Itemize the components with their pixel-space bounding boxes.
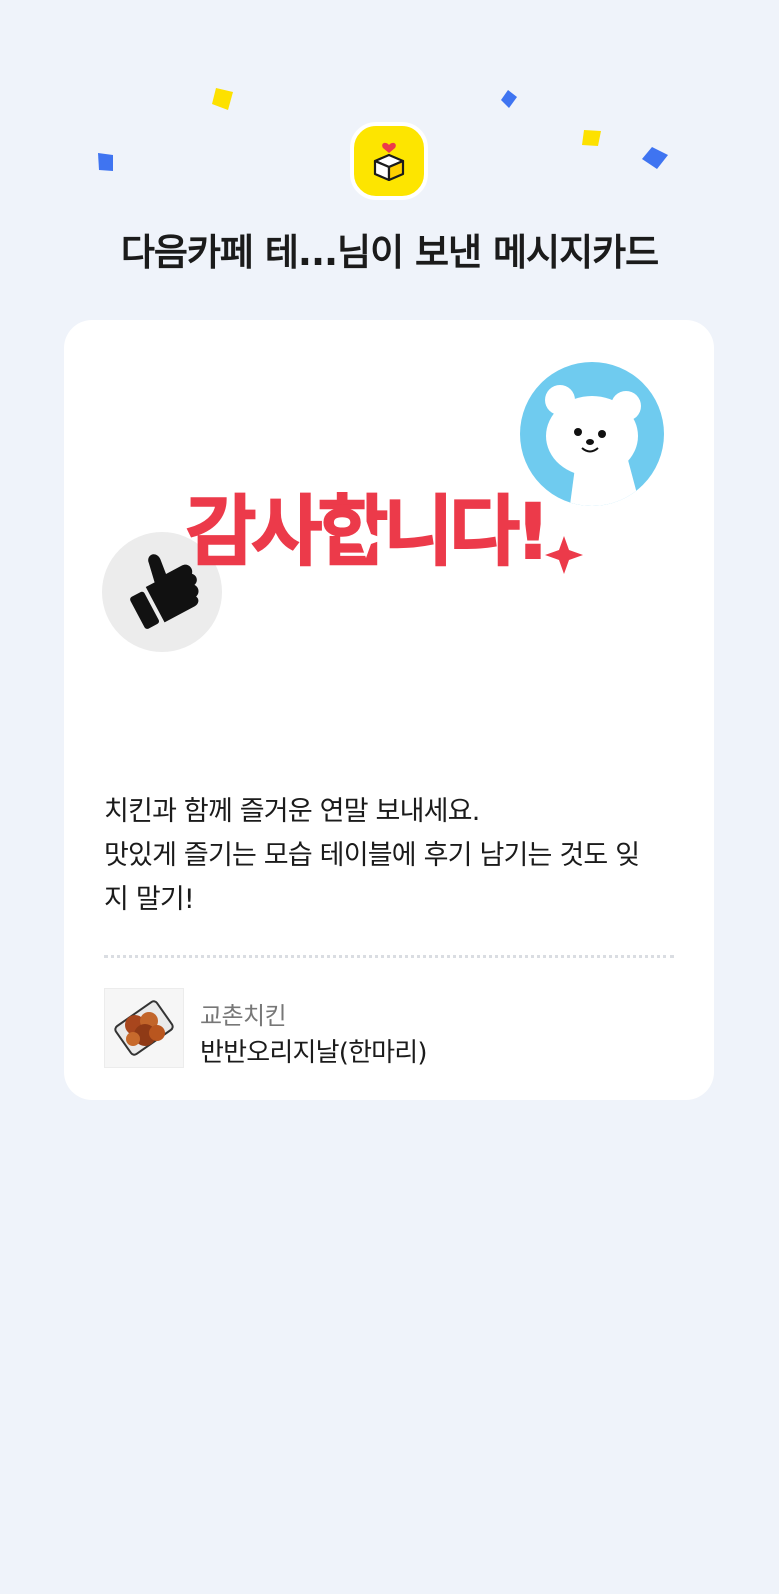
gift-box-heart-icon — [350, 122, 428, 200]
page-title: 다음카페 테...님이 보낸 메시지카드 — [120, 231, 659, 274]
confetti-yellow-right — [582, 130, 601, 146]
confetti-blue-left — [98, 153, 113, 171]
confetti-yellow-left — [212, 88, 233, 110]
product-image — [104, 988, 184, 1068]
message-line: 치킨과 함께 즐거운 연말 보내세요. — [104, 796, 480, 827]
message-line: 지 말기! — [104, 884, 195, 915]
message-line: 맛있게 즐기는 모습 테이블에 후기 남기는 것도 잊 — [104, 840, 640, 871]
sparkle-icon — [545, 536, 583, 574]
message-text: 치킨과 함께 즐거운 연말 보내세요. 맛있게 즐기는 모습 테이블에 후기 남… — [104, 790, 674, 922]
gift-product[interactable]: 교촌치킨 반반오리지날(한마리) — [104, 988, 674, 1068]
confetti-blue-right — [642, 147, 668, 169]
confetti-blue-top — [501, 90, 517, 108]
dotted-divider — [104, 955, 674, 958]
thanks-illustration: 감사합니다! — [102, 362, 664, 652]
message-card: 감사합니다! 치킨과 함께 즐거운 연말 보내세요. 맛있게 즐기는 모습 테이… — [64, 320, 714, 1100]
product-brand: 교촌치킨 — [200, 1002, 287, 1030]
product-name: 반반오리지날(한마리) — [200, 1038, 428, 1068]
